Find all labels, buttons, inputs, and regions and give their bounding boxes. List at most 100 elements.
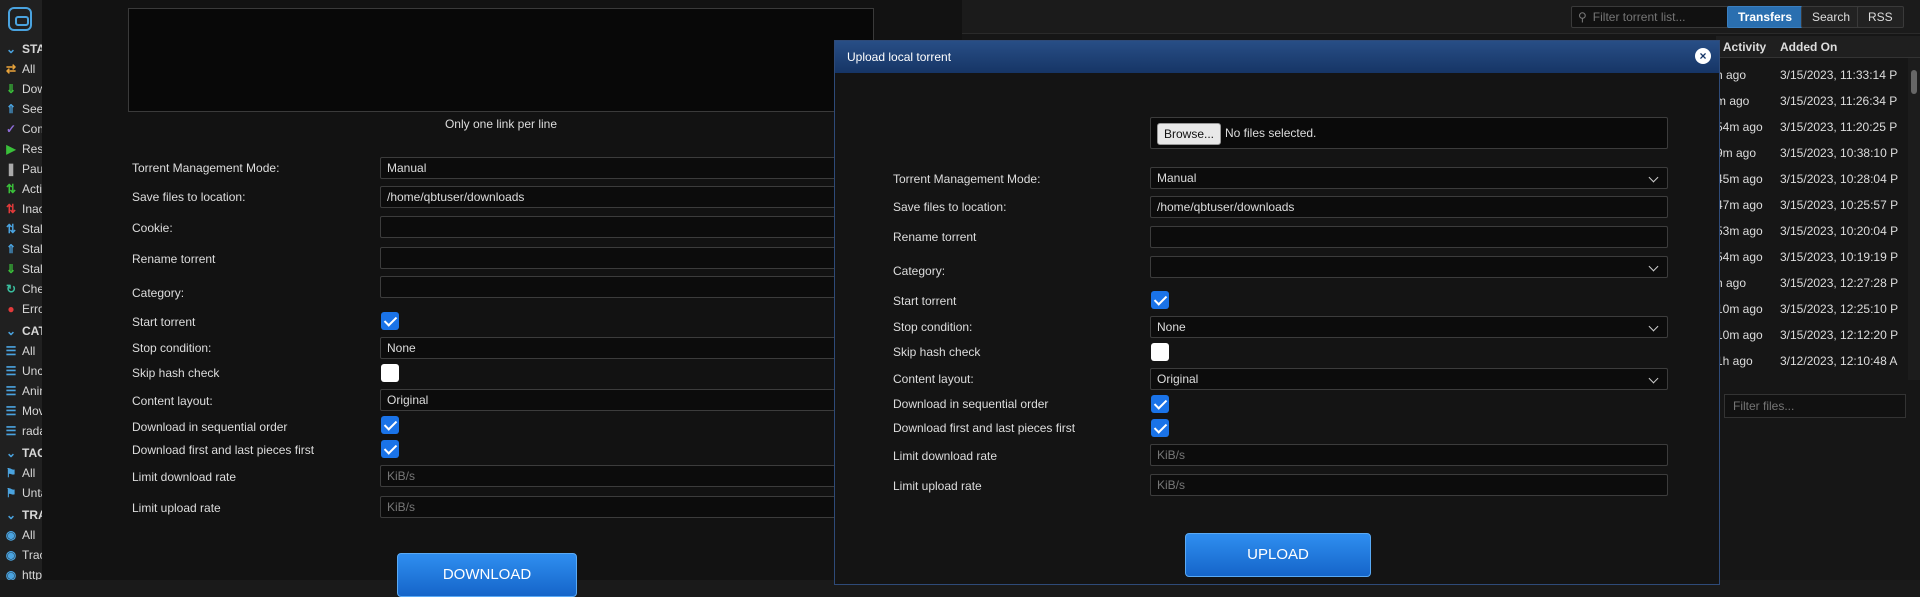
tab-search[interactable]: Search (1801, 6, 1862, 28)
list-icon: ☰ (5, 344, 17, 358)
start-torrent-label: Start torrent (893, 294, 957, 308)
table-row[interactable]: 10m ago 3/15/2023, 12:12:20 P (1716, 322, 1916, 348)
sidebar-item[interactable]: ⇑ Stalled Uploading (4, 240, 42, 258)
sidebar-item[interactable]: ⇅ Active (4, 180, 42, 198)
content-layout-select[interactable]: Original (1150, 368, 1668, 390)
table-row[interactable]: h ago 3/15/2023, 12:27:28 P (1716, 270, 1916, 296)
sidebar-header-categories[interactable]: ⌄ CATEGORIES (4, 322, 42, 340)
table-row[interactable]: m ago 3/15/2023, 11:26:34 P (1716, 88, 1916, 114)
download-from-urls-dialog: Only one link per line Torrent Managemen… (42, 0, 962, 597)
close-icon[interactable]: × (1695, 48, 1711, 64)
sidebar-item[interactable]: ☰ Animation (4, 382, 42, 400)
status-filter-icon: ⇑ (5, 242, 17, 256)
added-on-cell: 3/15/2023, 10:25:57 P (1780, 198, 1899, 212)
browse-button[interactable]: Browse... (1157, 123, 1222, 145)
list-icon: ☰ (5, 404, 17, 418)
sidebar-header-tags[interactable]: ⌄ TAGS (4, 444, 42, 462)
chevron-down-icon: ⌄ (5, 324, 17, 338)
skip-hash-checkbox[interactable] (381, 364, 399, 382)
content-layout-label: Content layout: (132, 394, 213, 408)
table-row[interactable]: 53m ago 3/15/2023, 10:20:04 P (1716, 218, 1916, 244)
tab-rss[interactable]: RSS (1857, 6, 1904, 28)
start-torrent-checkbox[interactable] (381, 312, 399, 330)
sidebar-item[interactable]: ⇅ Stalled (4, 220, 42, 238)
status-filter-icon: ● (7, 302, 15, 316)
list-icon: ☰ (5, 424, 17, 438)
table-row[interactable]: 1h ago 3/12/2023, 12:10:48 A (1716, 348, 1916, 374)
sidebar-item[interactable]: ● Errored (4, 300, 42, 318)
urls-textarea[interactable] (128, 8, 874, 112)
first-last-checkbox[interactable] (1151, 419, 1169, 437)
last-activity-cell: 45m ago (1716, 172, 1763, 186)
table-row[interactable]: 54m ago 3/15/2023, 10:19:19 P (1716, 244, 1916, 270)
mode-select[interactable]: Manual (1150, 167, 1668, 189)
added-on-cell: 3/15/2023, 11:20:25 P (1780, 120, 1898, 134)
sidebar-item[interactable]: ◉ http (4, 566, 42, 580)
sidebar-item[interactable]: ✓ Completed (4, 120, 42, 138)
table-row[interactable]: 54m ago 3/15/2023, 11:20:25 P (1716, 114, 1916, 140)
table-row[interactable]: 10m ago 3/15/2023, 12:25:10 P (1716, 296, 1916, 322)
start-torrent-label: Start torrent (132, 315, 196, 329)
table-row[interactable]: 47m ago 3/15/2023, 10:25:57 P (1716, 192, 1916, 218)
download-button[interactable]: DOWNLOAD (397, 553, 577, 597)
dialog-title-bar[interactable]: Upload local torrent × (835, 41, 1719, 73)
stop-condition-select[interactable]: None (1150, 316, 1668, 338)
sidebar: ⌄ STATUS ⇄ All ⇓ Downloading ⇑ Seeding ✓ Complete… (0, 0, 42, 580)
sequential-checkbox[interactable] (1151, 395, 1169, 413)
sidebar-item[interactable]: ⇄ All (4, 60, 35, 78)
sidebar-item-label: http (22, 568, 42, 580)
list-scrollbar[interactable] (1908, 58, 1920, 380)
sidebar-item[interactable]: ❚ Paused (4, 160, 42, 178)
sidebar-item[interactable]: ↻ Checking (4, 280, 42, 298)
sidebar-item[interactable]: ☰ Movies (4, 402, 42, 420)
mode-label: Torrent Management Mode: (893, 172, 1041, 186)
first-last-label: Download first and last pieces first (132, 443, 315, 457)
sidebar-item[interactable]: ⇑ Seeding (4, 100, 42, 118)
sidebar-item[interactable]: ☰ radarr (4, 422, 42, 440)
upload-limit-input[interactable]: KiB/s (1150, 474, 1668, 496)
table-row[interactable]: h ago 3/15/2023, 11:33:14 P (1716, 62, 1916, 88)
sidebar-item-label: Paused (22, 162, 42, 176)
download-limit-input[interactable]: KiB/s (1150, 444, 1668, 466)
rename-label: Rename torrent (132, 252, 216, 266)
sidebar-item[interactable]: ⚑ All (4, 464, 36, 482)
column-last-activity[interactable]: t Activity (1716, 36, 1766, 58)
stop-condition-label: Stop condition: (132, 341, 212, 355)
first-last-checkbox[interactable] (381, 440, 399, 458)
sidebar-item[interactable]: ⇅ Inactive (4, 200, 42, 218)
skip-hash-checkbox[interactable] (1151, 343, 1169, 361)
added-on-cell: 3/15/2023, 12:25:10 P (1780, 302, 1899, 316)
upload-button[interactable]: UPLOAD (1185, 533, 1371, 577)
table-row[interactable]: 45m ago 3/15/2023, 10:28:04 P (1716, 166, 1916, 192)
save-location-input[interactable]: /home/qbtuser/downloads (1150, 196, 1668, 218)
sidebar-item[interactable]: ◉ Trackerless (4, 546, 42, 564)
sidebar-item[interactable]: ⇓ Stalled Downloading (4, 260, 42, 278)
sidebar-header-trackers[interactable]: ⌄ TRACKERS (4, 506, 42, 524)
added-on-cell: 3/15/2023, 10:20:04 P (1780, 224, 1899, 238)
scrollbar-thumb[interactable] (1911, 70, 1917, 94)
dialog-title: Upload local torrent (847, 50, 952, 64)
status-filter-icon: ⇄ (5, 62, 17, 76)
category-label: Category: (893, 264, 946, 278)
tab-transfers[interactable]: Transfers (1727, 6, 1804, 28)
added-on-cell: 3/15/2023, 12:12:20 P (1780, 328, 1899, 342)
sidebar-header-status[interactable]: ⌄ STATUS (4, 40, 42, 58)
sidebar-item-label: Seeding (22, 102, 42, 116)
start-torrent-checkbox[interactable] (1151, 291, 1169, 309)
file-picker[interactable]: Browse... No files selected. (1150, 117, 1668, 149)
column-added-on[interactable]: Added On (1780, 36, 1837, 58)
sequential-checkbox[interactable] (381, 416, 399, 434)
rename-input[interactable] (1150, 226, 1668, 248)
upload-limit-label: Limit upload rate (132, 501, 221, 515)
category-select[interactable] (1150, 256, 1668, 278)
sidebar-item[interactable]: ☰ All (4, 342, 36, 360)
chevron-down-icon: ⌄ (5, 508, 17, 522)
sidebar-item[interactable]: ⚑ Untagged (4, 484, 42, 502)
filter-files-input[interactable] (1724, 394, 1906, 418)
sidebar-item[interactable]: ☰ Uncategorized (4, 362, 42, 380)
sidebar-item[interactable]: ▶ Resumed (4, 140, 42, 158)
sidebar-item[interactable]: ◉ All (4, 526, 36, 544)
added-on-cell: 3/15/2023, 12:27:28 P (1780, 276, 1899, 290)
sidebar-item[interactable]: ⇓ Downloading (4, 80, 42, 98)
table-row[interactable]: 9m ago 3/15/2023, 10:38:10 P (1716, 140, 1916, 166)
